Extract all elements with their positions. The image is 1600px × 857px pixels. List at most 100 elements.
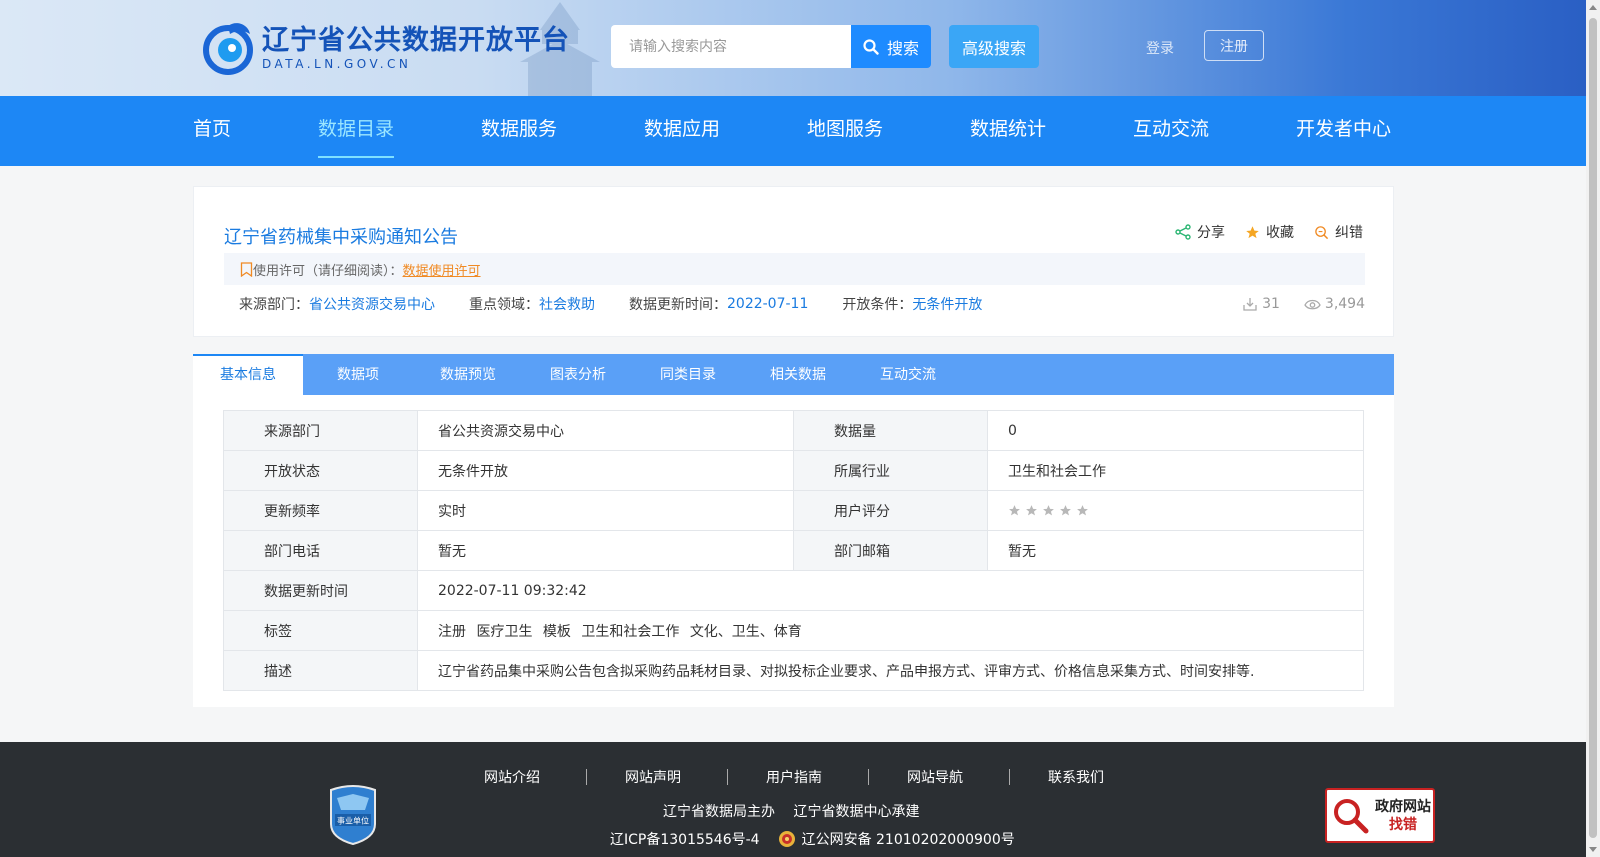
tag-item[interactable]: 文化、卫生、体育 — [690, 624, 802, 640]
description-key: 描述 — [223, 650, 418, 691]
footer-link-contact[interactable]: 联系我们 — [1048, 767, 1108, 787]
search-input[interactable] — [611, 25, 851, 68]
badge-right-subtitle: 找错 — [1389, 816, 1417, 833]
license-bar: 使用许可（请仔细阅读）： 数据使用许可 — [224, 253, 1365, 285]
star-icon — [1246, 225, 1259, 238]
icp-record[interactable]: 辽ICP备13015546号-4 — [610, 829, 760, 849]
industry-key: 所属行业 — [793, 450, 988, 491]
footer-record-line: 辽ICP备13015546号-4 辽公网安备 21010202000900号 — [610, 829, 1015, 849]
tag-item[interactable]: 模板 — [543, 624, 571, 640]
dataset-meta: 来源部门： 省公共资源交易中心 重点领域： 社会救助 数据更新时间： 2022-… — [239, 294, 1365, 314]
share-button[interactable]: 分享 — [1175, 222, 1225, 242]
source-value[interactable]: 省公共资源交易中心 — [309, 294, 435, 314]
rating-star-icon[interactable] — [1008, 504, 1021, 517]
nav-item-map-services[interactable]: 地图服务 — [807, 96, 883, 166]
scroll-up-arrow-icon[interactable] — [1589, 5, 1597, 10]
email-value: 暂无 — [987, 530, 1364, 571]
rating-star-icon[interactable] — [1076, 504, 1089, 517]
footer-sponsor: 辽宁省数据局主办 — [663, 804, 775, 820]
domain-value[interactable]: 社会救助 — [539, 294, 595, 314]
site-header: 辽宁省公共数据开放平台 DATA.LN.GOV.CN 搜索 高级搜索 登录 注册 — [0, 0, 1586, 96]
gov-site-error-report-badge[interactable]: 政府网站 找错 — [1325, 788, 1435, 843]
footer-builder: 辽宁省数据中心承建 — [793, 804, 920, 820]
nav-item-interaction[interactable]: 互动交流 — [1133, 96, 1209, 166]
table-row: 描述 辽宁省药品集中采购公告包含拟采购药品耗材目录、对拟投标企业要求、产品申报方… — [223, 650, 1364, 691]
source-dept-key: 来源部门 — [223, 410, 418, 451]
tab-similar-catalog[interactable]: 同类目录 — [633, 354, 743, 395]
search-icon — [863, 38, 879, 55]
public-institution-badge-icon[interactable]: 事业单位 — [327, 784, 379, 846]
footer-sponsor-line: 辽宁省数据局主办 辽宁省数据中心承建 — [663, 801, 933, 821]
rating-star-icon[interactable] — [1042, 504, 1055, 517]
page-scrollbar[interactable] — [1586, 0, 1600, 857]
footer-link-guide[interactable]: 用户指南 — [766, 767, 826, 787]
advanced-search-button[interactable]: 高级搜索 — [949, 25, 1039, 68]
main-nav: 首页 数据目录 数据服务 数据应用 地图服务 数据统计 互动交流 开发者中心 — [0, 96, 1586, 166]
scrollbar-thumb[interactable] — [1589, 18, 1597, 838]
rating-stars[interactable] — [1008, 504, 1363, 517]
table-row: 部门电话 暂无 部门邮箱 暂无 — [223, 530, 1364, 571]
nav-item-data-catalog[interactable]: 数据目录 — [318, 96, 395, 166]
tab-data-preview[interactable]: 数据预览 — [413, 354, 523, 395]
nav-item-data-services[interactable]: 数据服务 — [481, 96, 557, 166]
view-count: 3,494 — [1304, 296, 1365, 312]
footer-link-sitemap[interactable]: 网站导航 — [907, 767, 967, 787]
table-row: 数据更新时间 2022-07-11 09:32:42 — [223, 570, 1364, 611]
footer-link-about[interactable]: 网站介绍 — [484, 767, 544, 787]
open-condition-value: 无条件开放 — [912, 297, 983, 313]
open-status-key: 开放状态 — [223, 450, 418, 491]
search-button[interactable]: 搜索 — [851, 25, 931, 68]
nav-item-developer-center[interactable]: 开发者中心 — [1296, 96, 1391, 166]
tab-chart-analysis[interactable]: 图表分析 — [523, 354, 633, 395]
frequency-value: 实时 — [417, 490, 794, 531]
tab-basic-info[interactable]: 基本信息 — [193, 354, 303, 395]
open-status-value: 无条件开放 — [417, 450, 794, 491]
open-condition-label: 开放条件： — [842, 297, 913, 313]
dataset-title: 辽宁省药械集中采购通知公告 — [224, 227, 458, 248]
download-count-value: 31 — [1262, 296, 1280, 312]
footer-link-statement[interactable]: 网站声明 — [625, 767, 685, 787]
table-row: 来源部门 省公共资源交易中心 数据量 0 — [223, 410, 1364, 451]
register-button[interactable]: 注册 — [1204, 30, 1264, 61]
magnifier-error-icon — [1315, 225, 1329, 239]
nav-item-data-stats[interactable]: 数据统计 — [970, 96, 1046, 166]
view-count-value: 3,494 — [1324, 296, 1365, 312]
tab-interaction[interactable]: 互动交流 — [853, 354, 963, 395]
license-link[interactable]: 数据使用许可 — [403, 260, 481, 279]
footer-links: 网站介绍 网站声明 用户指南 网站导航 联系我们 — [484, 767, 1108, 787]
report-error-label: 纠错 — [1335, 225, 1363, 241]
nav-item-data-apps[interactable]: 数据应用 — [644, 96, 720, 166]
source-dept-value: 省公共资源交易中心 — [417, 410, 794, 451]
frequency-key: 更新频率 — [223, 490, 418, 531]
update-time-value: 2022-07-11 09:32:42 — [417, 570, 1364, 611]
license-text: 使用许可（请仔细阅读）： — [253, 263, 403, 279]
table-row: 标签 注册 医疗卫生 模板 卫生和社会工作 文化、卫生、体育 — [223, 610, 1364, 651]
tag-item[interactable]: 医疗卫生 — [476, 624, 532, 640]
tags-key: 标签 — [223, 610, 418, 651]
site-logo[interactable]: 辽宁省公共数据开放平台 DATA.LN.GOV.CN — [202, 20, 570, 76]
logo-subtitle: DATA.LN.GOV.CN — [262, 57, 412, 71]
scroll-down-arrow-icon[interactable] — [1589, 847, 1597, 852]
phone-value: 暂无 — [417, 530, 794, 571]
magnifier-icon — [1334, 798, 1369, 833]
logo-mark-icon — [203, 23, 253, 75]
favorite-button[interactable]: 收藏 — [1245, 222, 1294, 242]
tab-data-items[interactable]: 数据项 — [303, 354, 413, 395]
login-link[interactable]: 登录 — [1146, 38, 1174, 58]
rating-value[interactable] — [987, 490, 1364, 531]
nav-item-home[interactable]: 首页 — [193, 96, 231, 166]
rating-star-icon[interactable] — [1059, 504, 1072, 517]
tag-item[interactable]: 卫生和社会工作 — [581, 624, 679, 640]
tab-related-data[interactable]: 相关数据 — [743, 354, 853, 395]
tag-item[interactable]: 注册 — [438, 624, 466, 640]
badge-right-title: 政府网站 — [1375, 798, 1431, 815]
site-footer: 网站介绍 网站声明 用户指南 网站导航 联系我们 辽宁省数据局主办 辽宁省数据中… — [0, 742, 1586, 857]
dataset-actions: 分享 收藏 纠错 — [1175, 222, 1363, 242]
dataset-detail-card: 基本信息 数据项 数据预览 图表分析 同类目录 相关数据 互动交流 来源部门 省… — [193, 354, 1394, 707]
report-error-button[interactable]: 纠错 — [1314, 222, 1363, 242]
police-record[interactable]: 辽公网安备 21010202000900号 — [802, 829, 1015, 849]
eye-icon — [1304, 299, 1321, 310]
updated-value: 2022-07-11 — [727, 296, 809, 312]
share-icon — [1175, 224, 1191, 240]
rating-star-icon[interactable] — [1025, 504, 1038, 517]
